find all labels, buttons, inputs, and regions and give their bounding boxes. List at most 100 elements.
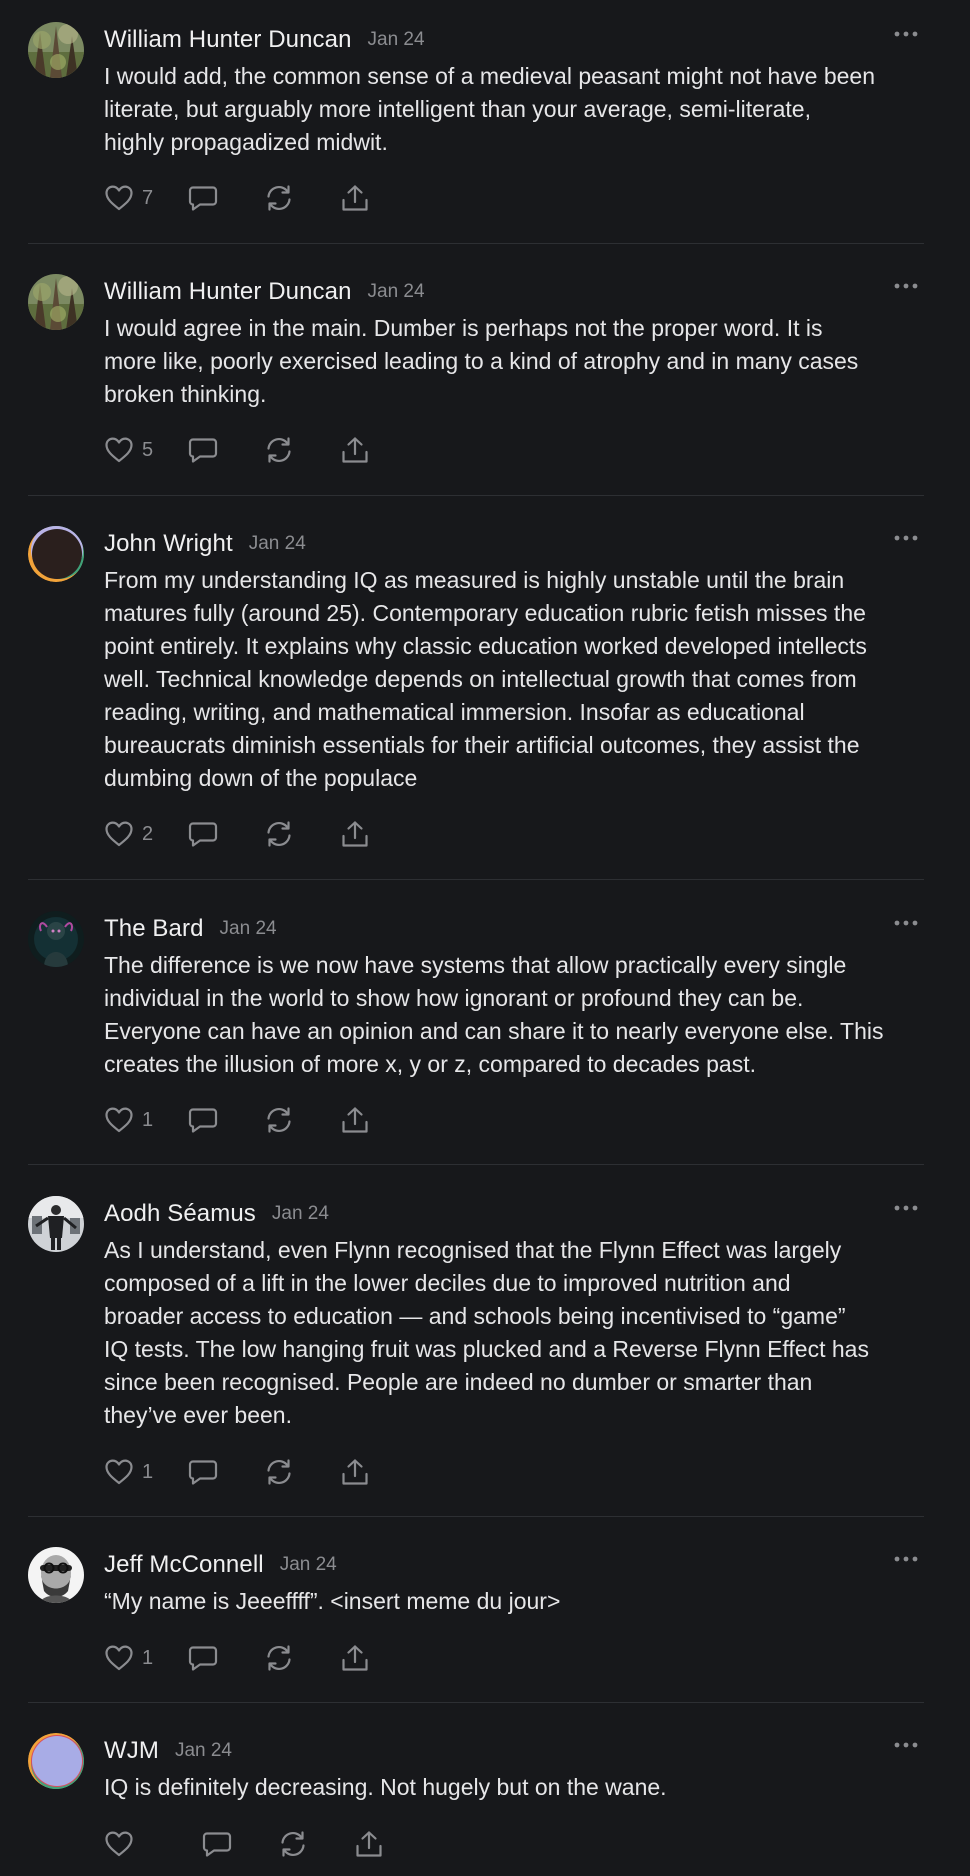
- heart-icon: [104, 184, 134, 212]
- author-name[interactable]: William Hunter Duncan: [104, 26, 352, 54]
- avatar[interactable]: [28, 1733, 84, 1789]
- comment-body-line: broken thinking.: [104, 381, 267, 407]
- comment-divider: [28, 495, 924, 496]
- comment-actions: 1: [104, 1642, 370, 1674]
- comment-date[interactable]: Jan 24: [220, 918, 277, 940]
- share-icon: [340, 820, 370, 848]
- share-icon: [340, 1644, 370, 1672]
- comment-body-line: From my understanding IQ as measured is …: [104, 567, 845, 593]
- comment-date[interactable]: Jan 24: [368, 29, 425, 51]
- comment-divider: [28, 1164, 924, 1165]
- more-dots-icon[interactable]: [892, 280, 920, 292]
- comment-body-line: matures fully (around 25). Contemporary …: [104, 600, 866, 626]
- author-name[interactable]: John Wright: [104, 530, 233, 558]
- share-button[interactable]: [354, 1828, 384, 1860]
- author-name[interactable]: WJM: [104, 1737, 159, 1765]
- reply-button[interactable]: [188, 1642, 218, 1674]
- restack-button[interactable]: [278, 1828, 308, 1860]
- heart-icon: [104, 1830, 134, 1858]
- comment-body-line: highly propagadized midwit.: [104, 129, 388, 155]
- comment: Aodh Séamus Jan 24 As I understand, even F…: [28, 1196, 924, 1490]
- restack-button[interactable]: [264, 434, 294, 466]
- avatar[interactable]: [28, 526, 84, 582]
- reply-button[interactable]: [202, 1828, 232, 1860]
- like-button[interactable]: 2: [104, 818, 160, 850]
- like-button[interactable]: 1: [104, 1642, 160, 1674]
- avatar[interactable]: [28, 911, 84, 967]
- like-button[interactable]: 5: [104, 434, 160, 466]
- like-button[interactable]: 1: [104, 1456, 160, 1488]
- reply-button[interactable]: [188, 434, 218, 466]
- like-button[interactable]: [104, 1828, 154, 1860]
- comment-date[interactable]: Jan 24: [280, 1554, 337, 1576]
- heart-icon: [104, 436, 134, 464]
- share-button[interactable]: [340, 1642, 370, 1674]
- more-dots-icon[interactable]: [892, 532, 920, 544]
- comment-body: I would agree in the main. Dumber is per…: [104, 312, 964, 411]
- author-name[interactable]: William Hunter Duncan: [104, 278, 352, 306]
- restack-icon: [264, 184, 294, 212]
- share-button[interactable]: [340, 1104, 370, 1136]
- comment-date[interactable]: Jan 24: [368, 281, 425, 303]
- comment-body-line: point entirely. It explains why classic …: [104, 633, 867, 659]
- comment-actions: 1: [104, 1456, 370, 1488]
- avatar[interactable]: [28, 1196, 84, 1252]
- restack-icon: [264, 820, 294, 848]
- share-button[interactable]: [340, 434, 370, 466]
- comment: William Hunter Duncan Jan 24 I would add, …: [28, 22, 924, 216]
- author-name[interactable]: Jeff McConnell: [104, 1551, 264, 1579]
- reply-button[interactable]: [188, 1456, 218, 1488]
- share-button[interactable]: [340, 818, 370, 850]
- reply-button[interactable]: [188, 182, 218, 214]
- comment-body-line: creates the illusion of more x, y or z, …: [104, 1051, 756, 1077]
- more-dots-icon[interactable]: [892, 28, 920, 40]
- comment-body-line: IQ is definitely decreasing. Not hugely …: [104, 1774, 667, 1800]
- comment-body-line: reading, writing, and mathematical immer…: [104, 699, 805, 725]
- reply-button[interactable]: [188, 818, 218, 850]
- reply-button[interactable]: [188, 1104, 218, 1136]
- comment-body-line: I would agree in the main. Dumber is per…: [104, 315, 823, 341]
- comment-body-line: literate, but arguably more intelligent …: [104, 96, 811, 122]
- comment-header: William Hunter Duncan Jan 24: [104, 22, 425, 58]
- restack-button[interactable]: [264, 818, 294, 850]
- like-count: 1: [142, 1460, 154, 1483]
- more-dots-icon[interactable]: [892, 1553, 920, 1565]
- share-button[interactable]: [340, 182, 370, 214]
- like-button[interactable]: 7: [104, 182, 160, 214]
- comment-date[interactable]: Jan 24: [249, 533, 306, 555]
- like-count: 1: [142, 1108, 154, 1131]
- comment-body-line: composed of a lift in the lower deciles …: [104, 1270, 791, 1296]
- more-dots-icon[interactable]: [892, 1739, 920, 1751]
- like-button[interactable]: 1: [104, 1104, 160, 1136]
- comment-body-line: dumbing down of the populace: [104, 765, 418, 791]
- comment-body-line: Everyone can have an opinion and can sha…: [104, 1018, 884, 1044]
- avatar[interactable]: [28, 22, 84, 78]
- restack-button[interactable]: [264, 1104, 294, 1136]
- restack-button[interactable]: [264, 1456, 294, 1488]
- comment-bubble-icon: [188, 820, 218, 848]
- comment-actions: 7: [104, 182, 370, 214]
- comment-header: William Hunter Duncan Jan 24: [104, 274, 425, 310]
- avatar[interactable]: [28, 1547, 84, 1603]
- restack-icon: [278, 1830, 308, 1858]
- restack-button[interactable]: [264, 182, 294, 214]
- share-button[interactable]: [340, 1456, 370, 1488]
- heart-icon: [104, 1644, 134, 1672]
- restack-icon: [264, 1458, 294, 1486]
- comment-actions: 1: [104, 1104, 370, 1136]
- share-icon: [340, 184, 370, 212]
- comment-date[interactable]: Jan 24: [272, 1203, 329, 1225]
- comment: John Wright Jan 24 From my understanding I…: [28, 526, 924, 852]
- author-name[interactable]: The Bard: [104, 915, 204, 943]
- comment-body-line: more like, poorly exercised leading to a…: [104, 348, 859, 374]
- heart-icon: [104, 820, 134, 848]
- comment-body-line: since been recognised. People are indeed…: [104, 1369, 813, 1395]
- more-dots-icon[interactable]: [892, 1202, 920, 1214]
- more-dots-icon[interactable]: [892, 917, 920, 929]
- restack-button[interactable]: [264, 1642, 294, 1674]
- comment-date[interactable]: Jan 24: [175, 1740, 232, 1762]
- comment-actions: 2: [104, 818, 370, 850]
- avatar[interactable]: [28, 274, 84, 330]
- comment: Jeff McConnell Jan 24 “My name is Jeeeffff…: [28, 1547, 924, 1676]
- author-name[interactable]: Aodh Séamus: [104, 1200, 256, 1228]
